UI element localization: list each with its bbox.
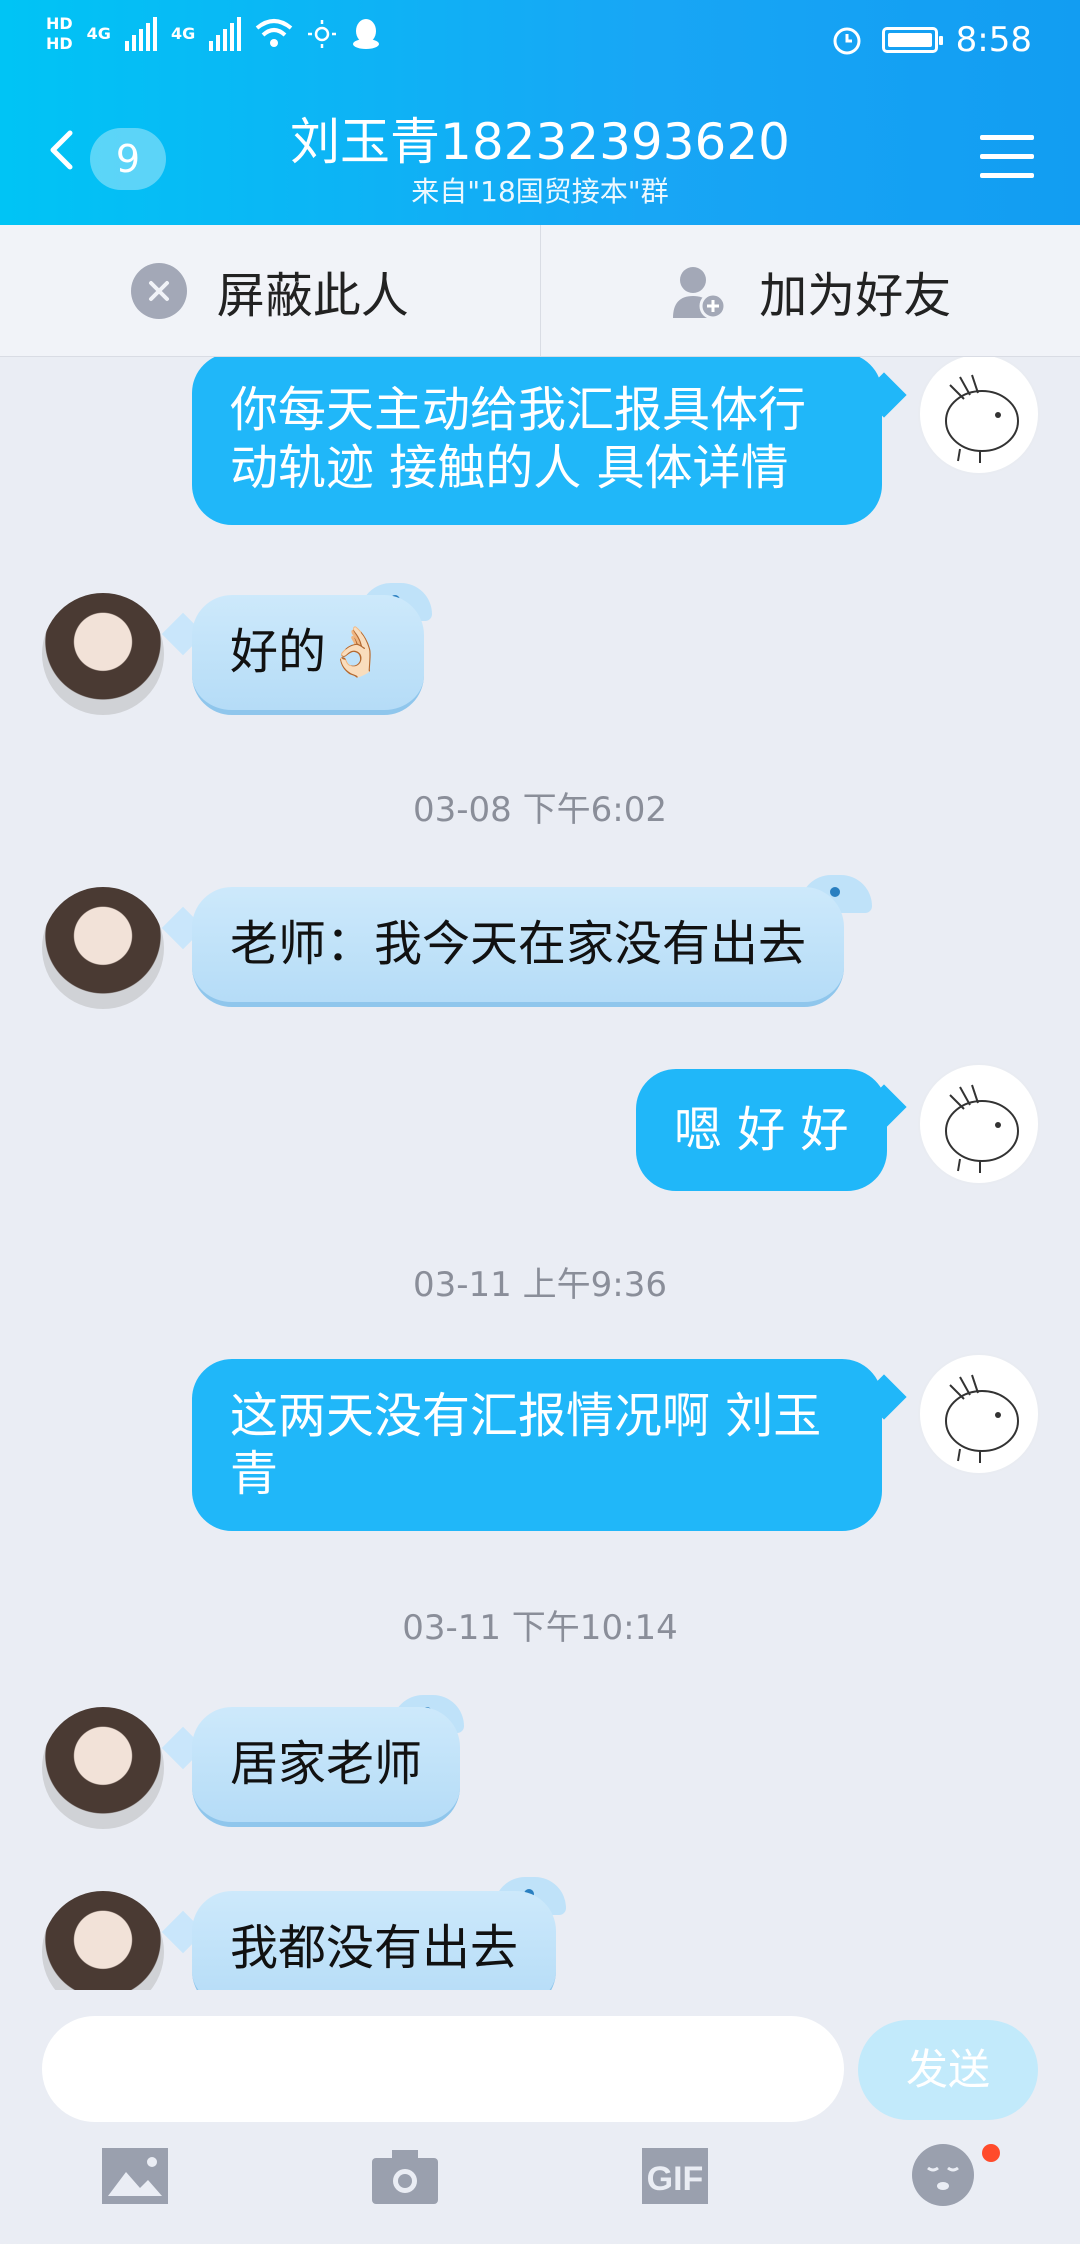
block-user-button[interactable]: 屏蔽此人 bbox=[0, 225, 540, 356]
chat-subtitle: 来自"18国贸接本"群 bbox=[411, 175, 669, 208]
hd-indicator: HD HD bbox=[46, 14, 73, 53]
my-avatar[interactable] bbox=[918, 1063, 1040, 1185]
wifi-icon bbox=[255, 19, 293, 47]
message-bubble-outgoing[interactable]: 你每天主动给我汇报具体行动轨迹 接触的人 具体详情 bbox=[192, 357, 882, 525]
network-4g-label-1: 4G bbox=[86, 24, 111, 43]
my-avatar[interactable] bbox=[918, 357, 1040, 475]
status-time: 8:58 bbox=[955, 20, 1032, 60]
signal-icon-1 bbox=[124, 17, 157, 51]
message-timestamp: 03-11 上午9:36 bbox=[413, 1265, 667, 1305]
input-bar: 发送 GIF bbox=[0, 1990, 1080, 2244]
add-friend-button[interactable]: 加为好友 bbox=[539, 225, 1080, 356]
message-bubble-incoming[interactable]: 居家老师 bbox=[192, 1707, 461, 1827]
my-avatar[interactable] bbox=[918, 1353, 1040, 1475]
message-bubble-incoming[interactable]: 好的👌🏻 bbox=[192, 595, 424, 715]
contact-avatar[interactable] bbox=[42, 593, 164, 715]
status-right: 8:58 bbox=[830, 20, 1032, 60]
message-input[interactable] bbox=[42, 2016, 844, 2122]
chat-header: HD HD 4G 4G 8:58 9 刘玉青18232393620 来自"18国… bbox=[0, 0, 1080, 225]
add-friend-icon bbox=[673, 266, 727, 319]
message-list[interactable]: 你每天主动给我汇报具体行动轨迹 接触的人 具体详情 好的👌🏻 03-08 下午6… bbox=[0, 357, 1080, 1990]
message-bubble-incoming[interactable]: 老师：我今天在家没有出去 bbox=[192, 887, 845, 1007]
status-left: HD HD 4G 4G bbox=[46, 14, 381, 54]
network-4g-label-2: 4G bbox=[170, 24, 196, 43]
contact-avatar[interactable] bbox=[42, 1707, 164, 1829]
message-timestamp: 03-11 下午10:14 bbox=[402, 1608, 678, 1648]
block-icon bbox=[130, 262, 187, 319]
camera-icon[interactable] bbox=[370, 2146, 440, 2206]
contact-avatar[interactable] bbox=[42, 887, 164, 1009]
menu-icon[interactable] bbox=[980, 135, 1034, 181]
chat-title: 刘玉青18232393620 bbox=[290, 113, 790, 171]
unread-count-badge[interactable]: 9 bbox=[90, 128, 166, 190]
svg-text:GIF: GIF bbox=[647, 2160, 704, 2198]
gif-icon[interactable]: GIF bbox=[640, 2146, 710, 2206]
alarm-icon bbox=[833, 27, 861, 55]
status-bar: HD HD 4G 4G 8:58 bbox=[0, 0, 1080, 86]
back-chevron-icon[interactable] bbox=[48, 130, 74, 170]
image-icon[interactable] bbox=[100, 2146, 170, 2206]
message-timestamp: 03-08 下午6:02 bbox=[413, 790, 667, 830]
emoji-icon[interactable] bbox=[910, 2142, 976, 2208]
message-bubble-outgoing[interactable]: 这两天没有汇报情况啊 刘玉青 bbox=[192, 1359, 882, 1531]
brightness-icon bbox=[308, 20, 337, 48]
battery-icon bbox=[881, 27, 943, 53]
block-user-label: 屏蔽此人 bbox=[216, 267, 409, 324]
qq-penguin-icon bbox=[353, 19, 380, 49]
contact-avatar[interactable] bbox=[42, 1891, 164, 1990]
signal-icon-2 bbox=[209, 17, 242, 51]
stranger-action-bar: 屏蔽此人 加为好友 bbox=[0, 225, 1080, 357]
add-friend-label: 加为好友 bbox=[759, 267, 952, 324]
message-bubble-outgoing[interactable]: 嗯 好 好 bbox=[636, 1069, 887, 1191]
message-bubble-incoming[interactable]: 我都没有出去 bbox=[192, 1891, 557, 1990]
send-button[interactable]: 发送 bbox=[858, 2020, 1038, 2120]
notification-dot bbox=[982, 2144, 1000, 2162]
